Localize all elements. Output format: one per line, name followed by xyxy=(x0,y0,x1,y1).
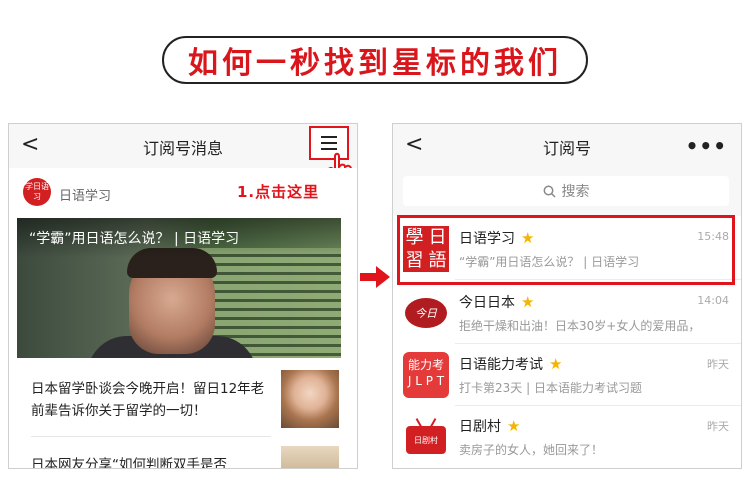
left-topbar: < 订阅号消息 xyxy=(9,124,357,186)
subscription-message: 打卡第23天 | 日本语能力考试习题 xyxy=(459,381,642,395)
left-page-title: 订阅号消息 xyxy=(142,139,223,158)
right-phone-screen: < 订阅号 ••• 搜索 學日習語 日语学习 ★ “学霸”用日语怎么说？ | 日… xyxy=(392,123,742,469)
right-topbar: < 订阅号 ••• xyxy=(393,124,741,169)
subscription-row[interactable]: 今日 今日日本 ★ 拒绝干燥和出油！日本30岁+女人的爱用品， 14:04 xyxy=(393,282,741,344)
star-icon: ★ xyxy=(521,293,535,311)
subscription-time: 昨天 xyxy=(707,420,729,433)
tv-icon: 日剧村 xyxy=(406,426,446,454)
article-title[interactable]: 日本网友分享“如何判断双手是否 xyxy=(31,454,271,468)
subscription-row[interactable]: 日剧村 日剧村 ★ 卖房子的女人，她回来了！ 昨天 xyxy=(393,406,741,468)
subscription-avatar: 日剧村 xyxy=(403,414,449,460)
subscription-row[interactable]: 能力考 J L P T 日语能力考试 ★ 打卡第23天 | 日本语能力考试习题 昨… xyxy=(393,344,741,406)
account-avatar-text: 学日语习 xyxy=(25,182,49,201)
subscription-message: 拒绝干燥和出油！日本30岁+女人的爱用品， xyxy=(459,319,701,333)
banner-title-pill: 如何一秒找到星标的我们 xyxy=(162,36,588,84)
hero-article-title[interactable]: “学霸”用日语怎么说？ | 日语学习 xyxy=(29,228,239,248)
article-thumbnail[interactable] xyxy=(281,370,339,428)
highlight-box xyxy=(397,215,735,285)
account-avatar: 学日语习 xyxy=(23,178,51,206)
search-icon xyxy=(543,185,556,198)
instruction-label: 1.点击这里 xyxy=(237,183,320,201)
subscription-message: 卖房子的女人，她回来了！ xyxy=(459,443,604,457)
article-title[interactable]: 日本留学卧谈会今晚开启！留日12年老前辈告诉你关于留学的一切！ xyxy=(31,378,271,422)
subscription-time: 14:04 xyxy=(697,294,729,307)
account-name: 日语学习 xyxy=(59,189,112,204)
subscription-avatar: 能力考 J L P T xyxy=(403,352,449,398)
menu-icon-line xyxy=(321,142,337,144)
subscription-name: 日剧村 xyxy=(459,419,501,435)
left-phone-screen: < 订阅号消息 学日语习 日语学习 1.点击这里 “学霸”用日语怎么说？ | 日… xyxy=(8,123,358,469)
arrow-right-icon xyxy=(360,266,390,288)
menu-icon-line xyxy=(321,148,337,150)
article-thumbnail[interactable] xyxy=(281,446,339,468)
subscription-name-wrap: 今日日本 ★ xyxy=(459,292,534,312)
search-placeholder: 搜索 xyxy=(561,184,590,200)
subscription-name-wrap: 日剧村 ★ xyxy=(459,416,520,436)
subscription-avatar: 今日 xyxy=(403,290,449,336)
list-divider xyxy=(31,436,271,437)
more-options-icon[interactable]: ••• xyxy=(686,134,727,158)
subscription-name: 今日日本 xyxy=(459,295,515,311)
banner-title: 如何一秒找到星标的我们 xyxy=(188,46,562,81)
subscription-time: 昨天 xyxy=(707,358,729,371)
subscription-name: 日语能力考试 xyxy=(459,357,543,373)
star-icon: ★ xyxy=(507,417,521,435)
subscription-name-wrap: 日语能力考试 ★ xyxy=(459,354,562,374)
star-icon: ★ xyxy=(549,355,563,373)
menu-icon-line xyxy=(321,136,337,138)
search-input[interactable]: 搜索 xyxy=(403,176,729,206)
